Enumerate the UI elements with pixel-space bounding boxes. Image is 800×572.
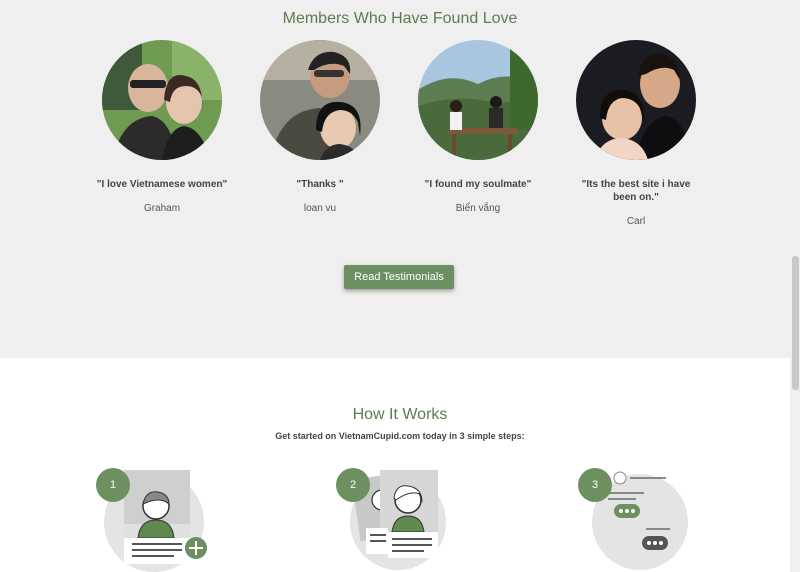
member-name: Graham: [143, 203, 181, 214]
step-2: 2: [336, 466, 466, 572]
section-title-found-love: Members Who Have Found Love: [282, 10, 518, 27]
step-number: 1: [96, 468, 130, 502]
step-number: 3: [578, 468, 612, 502]
member-card-loan-vu: "Thanks " loan vu: [240, 40, 400, 214]
member-quote: "Thanks ": [296, 179, 344, 190]
member-card-graham: "I love Vietnamese women" Graham: [82, 40, 242, 214]
read-testimonials-button[interactable]: Read Testimonials: [344, 265, 454, 289]
member-quote: "I found my soulmate": [424, 179, 532, 190]
step-number: 2: [336, 468, 370, 502]
found-love-section: Members Who Have Found Love "I love Viet…: [0, 0, 800, 358]
member-card-carl: "Its the best site i have been on." Carl: [556, 40, 716, 227]
step-3: 3: [578, 466, 708, 572]
member-name: Carl: [626, 216, 646, 227]
member-card-bien-vang: "I found my soulmate" Biển vắng: [398, 40, 558, 214]
scrollbar-thumb[interactable]: [792, 256, 799, 390]
member-quote: "Its the best site i have been on.": [581, 179, 691, 203]
page-scrollbar[interactable]: [790, 0, 800, 572]
member-photo: [260, 40, 380, 160]
member-quote: "I love Vietnamese women": [96, 179, 228, 190]
step-1: 1: [96, 466, 226, 572]
member-photo: [418, 40, 538, 160]
member-photo: [576, 40, 696, 160]
section-title-how-it-works: How It Works: [352, 406, 448, 423]
member-name: Biển vắng: [455, 203, 501, 214]
member-photo: [102, 40, 222, 160]
member-name: loan vu: [303, 203, 337, 214]
how-it-works-subtitle: Get started on VietnamCupid.com today in…: [275, 431, 525, 441]
